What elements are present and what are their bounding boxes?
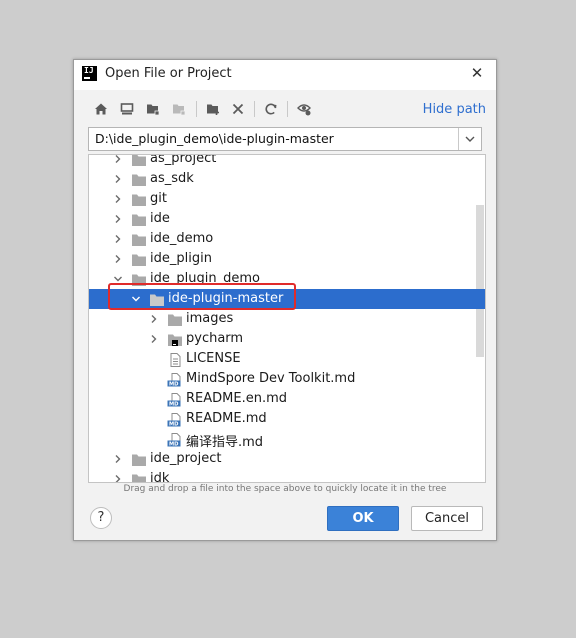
tree-row-label: as_project bbox=[150, 154, 217, 166]
toolbar-separator bbox=[254, 101, 255, 117]
path-input[interactable]: D:\ide_plugin_demo\ide-plugin-master bbox=[88, 127, 482, 151]
tree-row[interactable]: ide bbox=[89, 209, 485, 229]
markdown-file-icon: MD bbox=[167, 432, 183, 448]
tree-row-label: ide_plugin_demo bbox=[150, 271, 260, 286]
dialog-title: Open File or Project bbox=[105, 66, 232, 81]
folder-icon bbox=[167, 312, 183, 326]
tree-row-label: ide_demo bbox=[150, 231, 214, 246]
chevron-right-icon[interactable] bbox=[148, 313, 160, 325]
folder-icon bbox=[131, 232, 147, 246]
pycharm-folder-icon bbox=[167, 332, 183, 346]
tree-row[interactable]: MD README.md bbox=[89, 409, 485, 429]
desktop-icon[interactable] bbox=[118, 100, 136, 118]
folder-icon bbox=[149, 292, 165, 306]
folder-icon bbox=[131, 252, 147, 266]
folder-icon bbox=[131, 212, 147, 226]
tree-row[interactable]: MD MindSpore Dev Toolkit.md bbox=[89, 369, 485, 389]
tree-row-label: 编译指导.md bbox=[186, 435, 264, 450]
svg-text:MD: MD bbox=[169, 442, 179, 447]
refresh-icon[interactable] bbox=[262, 100, 280, 118]
svg-text:MD: MD bbox=[169, 422, 179, 427]
toolbar-separator bbox=[287, 101, 288, 117]
close-button[interactable]: ✕ bbox=[468, 64, 486, 82]
tree-row[interactable]: ide-plugin-master bbox=[89, 289, 485, 309]
markdown-file-icon: MD bbox=[167, 372, 183, 388]
chevron-right-icon[interactable] bbox=[112, 155, 124, 165]
tree-row-label: images bbox=[186, 311, 234, 326]
file-tree[interactable]: as_project as_sdkgit ide ide_demo ide_pligin… bbox=[88, 154, 486, 483]
tree-row[interactable]: git bbox=[89, 189, 485, 209]
path-history-dropdown[interactable] bbox=[458, 128, 481, 150]
tree-row[interactable]: as_sdk bbox=[89, 169, 485, 189]
toolbar-separator bbox=[196, 101, 197, 117]
folder-icon bbox=[131, 192, 147, 206]
ok-button[interactable]: OK bbox=[327, 506, 399, 531]
tree-row[interactable]: ide_project bbox=[89, 449, 485, 469]
svg-text:MD: MD bbox=[169, 402, 179, 407]
chevron-right-icon[interactable] bbox=[112, 253, 124, 265]
tree-row-label: idk bbox=[150, 471, 170, 483]
tree-row[interactable]: idk bbox=[89, 469, 485, 483]
tree-row[interactable]: LICENSE bbox=[89, 349, 485, 369]
delete-icon[interactable] bbox=[229, 100, 247, 118]
chevron-down-icon bbox=[465, 136, 475, 142]
tree-row[interactable]: ide_plugin_demo bbox=[89, 269, 485, 289]
chevron-right-icon[interactable] bbox=[112, 193, 124, 205]
tree-row[interactable]: ide_demo bbox=[89, 229, 485, 249]
tree-row-label: as_sdk bbox=[150, 171, 194, 186]
drag-drop-hint: Drag and drop a file into the space abov… bbox=[123, 484, 447, 494]
folder-icon bbox=[131, 155, 147, 166]
tree-row-label: pycharm bbox=[186, 331, 244, 346]
chevron-right-icon[interactable] bbox=[112, 213, 124, 225]
markdown-file-icon: MD bbox=[167, 392, 183, 408]
chevron-right-icon[interactable] bbox=[112, 473, 124, 482]
tree-row-label: MindSpore Dev Toolkit.md bbox=[186, 371, 356, 386]
folder-icon bbox=[131, 472, 147, 482]
text-file-icon bbox=[167, 352, 183, 367]
folder-icon bbox=[131, 452, 147, 466]
tree-row[interactable]: images bbox=[89, 309, 485, 329]
chevron-right-icon[interactable] bbox=[148, 333, 160, 345]
tree-row[interactable]: MD 编译指导.md bbox=[89, 429, 485, 450]
tree-row[interactable]: MD README.en.md bbox=[89, 389, 485, 409]
tree-row[interactable]: as_project bbox=[89, 154, 485, 169]
open-file-dialog: IJ Open File or Project ✕ Hide path D:\i… bbox=[73, 59, 497, 541]
path-input-value: D:\ide_plugin_demo\ide-plugin-master bbox=[95, 131, 334, 146]
folder-icon bbox=[131, 172, 147, 186]
chevron-right-icon[interactable] bbox=[112, 453, 124, 465]
home-icon[interactable] bbox=[92, 100, 110, 118]
toolbar: Hide path bbox=[74, 97, 496, 123]
intellij-app-icon: IJ bbox=[82, 66, 97, 81]
tree-row-label: LICENSE bbox=[186, 351, 241, 366]
markdown-file-icon: MD bbox=[167, 412, 183, 428]
folder-icon bbox=[131, 272, 147, 286]
help-button[interactable]: ? bbox=[90, 507, 112, 529]
tree-row-label: README.md bbox=[186, 411, 267, 426]
module-folder-icon[interactable] bbox=[170, 100, 188, 118]
project-folder-icon[interactable] bbox=[144, 100, 162, 118]
tree-row-label: README.en.md bbox=[186, 391, 287, 406]
title-bar: IJ Open File or Project ✕ bbox=[74, 60, 496, 90]
show-hidden-icon[interactable] bbox=[295, 100, 313, 118]
tree-row[interactable]: ide_pligin bbox=[89, 249, 485, 269]
hide-path-link[interactable]: Hide path bbox=[423, 102, 486, 117]
chevron-right-icon[interactable] bbox=[112, 173, 124, 185]
svg-text:MD: MD bbox=[169, 382, 179, 387]
tree-row-label: ide_pligin bbox=[150, 251, 212, 266]
tree-row-label: ide bbox=[150, 211, 170, 226]
tree-row-label: ide-plugin-master bbox=[168, 291, 284, 306]
cancel-button[interactable]: Cancel bbox=[411, 506, 483, 531]
chevron-right-icon[interactable] bbox=[112, 233, 124, 245]
tree-row-label: git bbox=[150, 191, 167, 206]
tree-row[interactable]: pycharm bbox=[89, 329, 485, 349]
new-folder-icon[interactable] bbox=[204, 100, 222, 118]
chevron-down-icon[interactable] bbox=[130, 293, 142, 305]
tree-row-label: ide_project bbox=[150, 451, 222, 466]
chevron-down-icon[interactable] bbox=[112, 273, 124, 285]
